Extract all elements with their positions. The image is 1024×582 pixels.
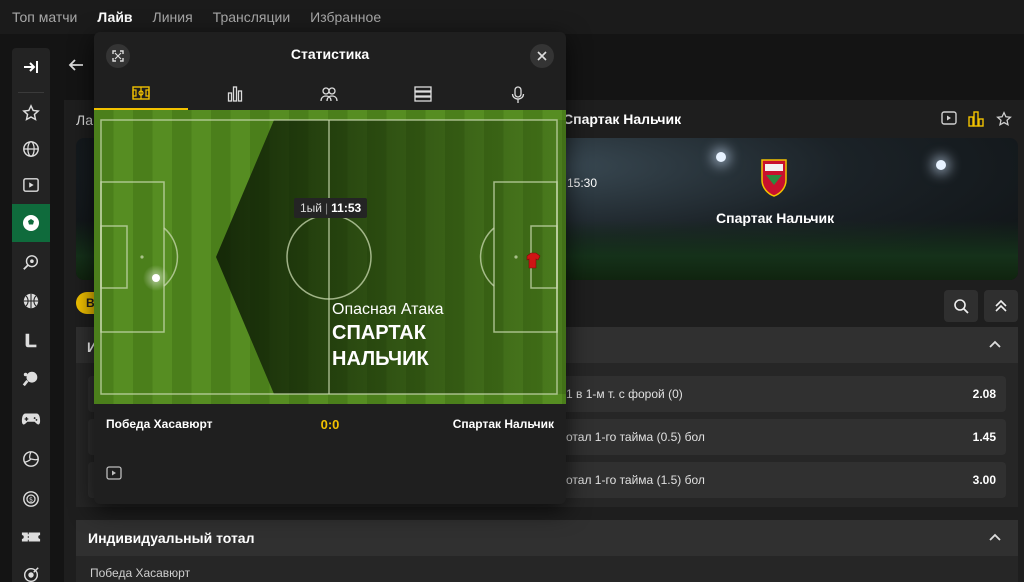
microphone-tab-icon bbox=[511, 86, 525, 103]
pitch-lines bbox=[100, 119, 566, 395]
football-icon[interactable] bbox=[12, 204, 50, 242]
video-icon[interactable] bbox=[12, 166, 50, 204]
ticket-icon[interactable] bbox=[12, 518, 50, 556]
table-tennis-icon[interactable] bbox=[12, 360, 50, 398]
star-icon[interactable] bbox=[996, 111, 1014, 127]
odds-value: 1.45 bbox=[972, 430, 996, 444]
table-tab-icon bbox=[414, 86, 432, 102]
svg-text:$: $ bbox=[29, 497, 33, 504]
individual-total-section: Индивидуальный тотал bbox=[76, 520, 1018, 582]
search-sport-icon[interactable] bbox=[12, 244, 50, 282]
search-button[interactable] bbox=[944, 290, 978, 322]
odds-row[interactable]: отал 1-го тайма (0.5) бол 1.45 bbox=[560, 419, 1006, 455]
modal-title: Статистика bbox=[290, 46, 370, 62]
ball-marker bbox=[152, 274, 160, 282]
coin-icon[interactable]: $ bbox=[12, 480, 50, 518]
sports-sidebar: $ bbox=[12, 48, 50, 582]
odds-value: 3.00 bbox=[972, 473, 996, 487]
nav-live[interactable]: Лайв bbox=[97, 9, 132, 25]
back-arrow-icon[interactable] bbox=[68, 58, 84, 77]
pitch-tab-icon bbox=[132, 86, 150, 100]
clock-separator: | bbox=[325, 201, 329, 215]
hockey-icon[interactable] bbox=[12, 322, 50, 360]
section-title: Индивидуальный тотал bbox=[88, 530, 255, 546]
away-team: Спартак Нальчик bbox=[452, 417, 554, 431]
bar-chart-tab-icon bbox=[227, 86, 243, 102]
individual-total-header[interactable]: Индивидуальный тотал bbox=[76, 520, 1018, 556]
score-row: Победа Хасавюрт 0:0 Спартак Нальчик bbox=[94, 404, 566, 440]
spartak-nalchik-logo bbox=[760, 158, 788, 198]
match-time: 15:30 bbox=[567, 176, 598, 190]
breadcrumb[interactable]: Ла bbox=[76, 112, 93, 128]
chevron-up-icon bbox=[989, 533, 1001, 541]
team-subheading: Победа Хасавюрт bbox=[90, 566, 191, 580]
event-type: Опасная Атака bbox=[332, 301, 444, 318]
match-minute: 11:53 bbox=[331, 201, 362, 215]
tab-table[interactable] bbox=[376, 82, 470, 110]
tab-commentary[interactable] bbox=[470, 82, 566, 110]
esports-gamepad-icon[interactable] bbox=[12, 400, 50, 438]
statistics-modal: Статистика 1ый | 11:53 Опасная Атака СПА… bbox=[94, 32, 566, 504]
tab-lineups[interactable] bbox=[282, 82, 376, 110]
target-icon[interactable] bbox=[12, 556, 50, 582]
nav-top-matches[interactable]: Топ матчи bbox=[12, 9, 77, 25]
odds-row[interactable]: отал 1-го тайма (1.5) бол 3.00 bbox=[560, 462, 1006, 498]
tab-statistics[interactable] bbox=[188, 82, 282, 110]
stats-tabs bbox=[94, 82, 566, 110]
collapse-all-button[interactable] bbox=[984, 290, 1018, 322]
basketball-icon[interactable] bbox=[12, 282, 50, 320]
double-chevron-up-icon bbox=[995, 299, 1007, 312]
search-icon bbox=[954, 299, 969, 314]
stats-icon[interactable] bbox=[968, 111, 986, 127]
odds-label: 1 в 1-м т. с форой (0) bbox=[566, 387, 683, 401]
collapse-sidebar-icon[interactable] bbox=[12, 48, 50, 86]
globe-icon[interactable] bbox=[12, 130, 50, 168]
event-team: СПАРТАК НАЛЬЧИК bbox=[332, 322, 429, 370]
chevron-up-icon bbox=[989, 340, 1001, 348]
lineups-tab-icon bbox=[320, 87, 338, 102]
star-icon[interactable] bbox=[12, 94, 50, 132]
volleyball-icon[interactable] bbox=[12, 440, 50, 478]
tab-pitch[interactable] bbox=[94, 82, 188, 110]
nav-broadcasts[interactable]: Трансляции bbox=[213, 9, 290, 25]
video-icon[interactable] bbox=[941, 111, 959, 127]
odds-row[interactable]: 1 в 1-м т. с форой (0) 2.08 bbox=[560, 376, 1006, 412]
nav-favorites[interactable]: Избранное bbox=[310, 9, 381, 25]
sidebar-divider bbox=[18, 92, 44, 93]
nav-line[interactable]: Линия bbox=[153, 9, 193, 25]
close-icon bbox=[537, 51, 547, 61]
match-clock: 1ый | 11:53 bbox=[294, 198, 368, 218]
video-icon[interactable] bbox=[106, 466, 122, 485]
odds-value: 2.08 bbox=[972, 387, 996, 401]
top-navigation: Топ матчи Лайв Линия Трансляции Избранно… bbox=[0, 0, 1024, 34]
odds-label: отал 1-го тайма (0.5) бол bbox=[566, 430, 705, 444]
match-title: Спартак Нальчик bbox=[563, 111, 682, 127]
team-name-right: Спартак Нальчик bbox=[716, 210, 835, 226]
match-half: 1ый bbox=[300, 201, 323, 215]
odds-label: отал 1-го тайма (1.5) бол bbox=[566, 473, 705, 487]
pitch-visualization: 1ый | 11:53 Опасная Атака СПАРТАК НАЛЬЧИК bbox=[94, 110, 566, 404]
close-button[interactable] bbox=[530, 44, 554, 68]
event-overlay: Опасная Атака СПАРТАК НАЛЬЧИК bbox=[332, 300, 462, 372]
